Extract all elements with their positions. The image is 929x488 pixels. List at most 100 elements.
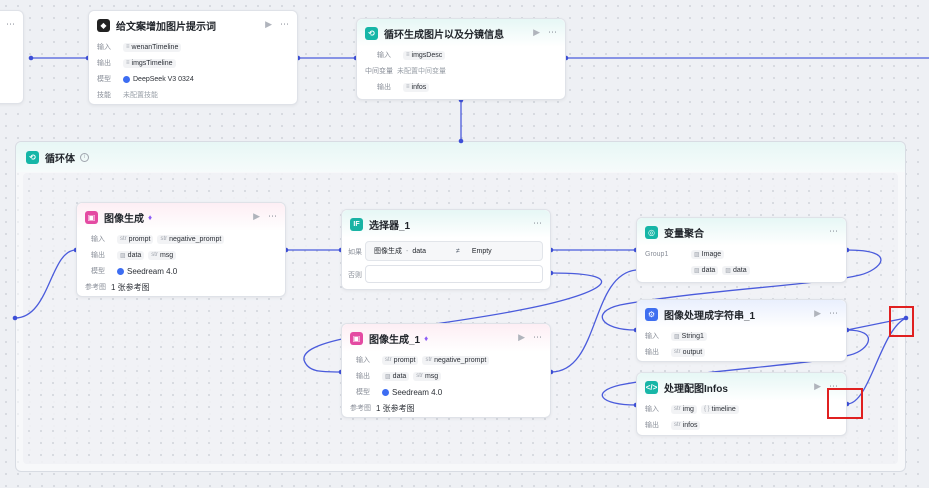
node-loop-generate[interactable]: ⟲ 循环生成图片以及分镜信息 ▶ ⋯ 输入 ≡ imgsDesc 中间变量 未配置… [356,18,566,100]
loop-body-title: 循环体 [45,153,75,165]
cond-left-var: data [412,247,426,255]
image-type-icon: ▨ [694,267,700,274]
node-process-infos[interactable]: </> 处理配图Infos ▶ ⋯ 输入 str img { } timeline … [636,372,847,436]
input-label: 输入 [377,52,391,59]
run-icon[interactable]: ▶ [265,19,272,30]
output-label: 输出 [645,349,659,356]
seedream-icon [382,388,389,396]
model-label: 模型 [91,268,105,275]
condition-box[interactable]: 图像生成 - data ≠ Empty [365,241,543,261]
var-name: img [682,405,694,413]
more-icon[interactable]: ⋯ [268,211,277,222]
var-chip: str negative_prompt [422,355,490,365]
var-chip: { } timeline [700,404,739,414]
var-chip: ▨ data [691,265,719,275]
input-row: 输入 ≡ imgsDesc [357,47,565,63]
model-value: Seedream 4.0 [382,388,442,397]
var-chip: ≡ imgsDesc [403,50,446,60]
var-name: imgsDesc [411,51,443,59]
node-header: IF 选择器_1 ⋯ [342,210,550,238]
skill-value: 未配置技能 [123,92,158,99]
node-toolbar: ⋯ [6,19,15,30]
node-variable-aggregate[interactable]: ◎ 变量聚合 ⋯ Group1 ▨ Image ▨ data ▨ data [636,217,847,283]
var-name: String1 [681,332,704,340]
node-title: 图像处理成字符串_1 [664,310,756,322]
more-icon[interactable]: ⋯ [280,19,289,30]
var-chip: str prompt [382,355,419,365]
string-icon: str [385,357,392,363]
node-image-gen[interactable]: ▣ 图像生成 ♦ ▶ ⋯ 输入 str prompt str negative_pr… [76,202,286,297]
model-name: Seedream 4.0 [127,266,178,276]
skill-label: 技能 [97,92,111,99]
string-icon: str [151,252,158,258]
var-chip: str infos [671,420,701,430]
node-title: 图像生成 [104,213,144,225]
model-name: DeepSeek V3 0324 [133,75,194,83]
node-toolbar: ▶ ⋯ [533,27,557,38]
var-name: infos [411,83,427,91]
run-icon[interactable]: ▶ [253,211,260,222]
var-name: data [701,266,716,274]
var-chip: str msg [413,371,442,381]
more-icon[interactable]: ⋯ [533,332,542,343]
var-name: negative_prompt [434,356,487,364]
var-name: msg [159,251,174,259]
run-icon[interactable]: ▶ [533,27,540,38]
group-label: Group1 [645,250,669,258]
llm-icon: ◆ [97,18,110,32]
else-box[interactable] [365,265,543,283]
run-icon[interactable]: ▶ [518,332,525,343]
node-title: 变量聚合 [664,228,704,240]
plugin-icon: ⚙ [645,307,658,321]
var-name: negative_prompt [169,235,222,243]
node-title: 图像生成_1 [369,334,421,346]
model-label: 模型 [356,389,370,396]
ref-label: 参考图 [85,284,106,291]
node-title: 处理配图Infos [664,383,728,395]
info-icon[interactable]: i [80,152,89,162]
premium-icon: ♦ [424,333,429,343]
node-add-image-prompt[interactable]: ◆ 给文案增加图片提示词 ▶ ⋯ 输入 ≡ wenanTimeline 输出 ≡ i… [88,10,298,105]
node-header: ▣ 图像生成_1 ♦ ▶ ⋯ [342,324,550,352]
input-label: 输入 [356,357,370,364]
image-type-icon: ▨ [674,333,680,340]
more-icon[interactable]: ⋯ [829,308,838,319]
output-row: 输出 ▨ data str msg [77,247,285,263]
ref-label: 参考图 [350,405,371,412]
object-icon: { } [703,406,710,412]
node-toolbar: ▶ ⋯ [518,332,542,343]
more-icon[interactable]: ⋯ [829,226,838,237]
group-items-row: ▨ data ▨ data [637,262,846,278]
node-image-to-string[interactable]: ⚙ 图像处理成字符串_1 ▶ ⋯ 输入 ▨ String1 输出 str outpu… [636,299,847,362]
output-label: 输出 [645,422,659,429]
var-chip: str msg [148,250,177,260]
var-name: imgsTimeline [131,59,173,67]
image-icon: ▣ [85,210,98,224]
node-header: ◎ 变量聚合 ⋯ [637,218,846,246]
input-label: 输入 [645,406,659,413]
var-name: data [127,251,142,259]
more-icon[interactable]: ⋯ [548,27,557,38]
var-chip: str negative_prompt [157,234,225,244]
output-row: 输出 ▨ data str msg [342,368,550,384]
run-icon[interactable]: ▶ [814,308,821,319]
list-icon: ≡ [126,60,130,66]
string-icon: str [416,373,423,379]
cond-separator: - [406,247,409,255]
node-image-gen-1[interactable]: ▣ 图像生成_1 ♦ ▶ ⋯ 输入 str prompt str negative_… [341,323,551,418]
left-partial-node[interactable]: ⋯ [0,10,24,104]
mid-label: 中间变量 [365,68,393,75]
node-header: ▣ 图像生成 ♦ ▶ ⋯ [77,203,285,231]
var-name: wenanTimeline [131,43,179,51]
var-chip: ≡ imgsTimeline [123,58,176,68]
var-chip: str prompt [117,234,154,244]
more-icon[interactable]: ⋯ [533,218,542,229]
run-icon[interactable]: ▶ [814,381,821,392]
model-row: 模型 Seedream 4.0 [77,263,285,279]
input-row: 输入 str prompt str negative_prompt [342,352,550,368]
var-name: prompt [128,235,151,243]
more-icon[interactable]: ⋯ [6,19,15,30]
loop-icon: ⟲ [365,26,378,40]
output-row: 输出 ≡ imgsTimeline [89,55,297,71]
image-type-icon: ▨ [725,267,731,274]
